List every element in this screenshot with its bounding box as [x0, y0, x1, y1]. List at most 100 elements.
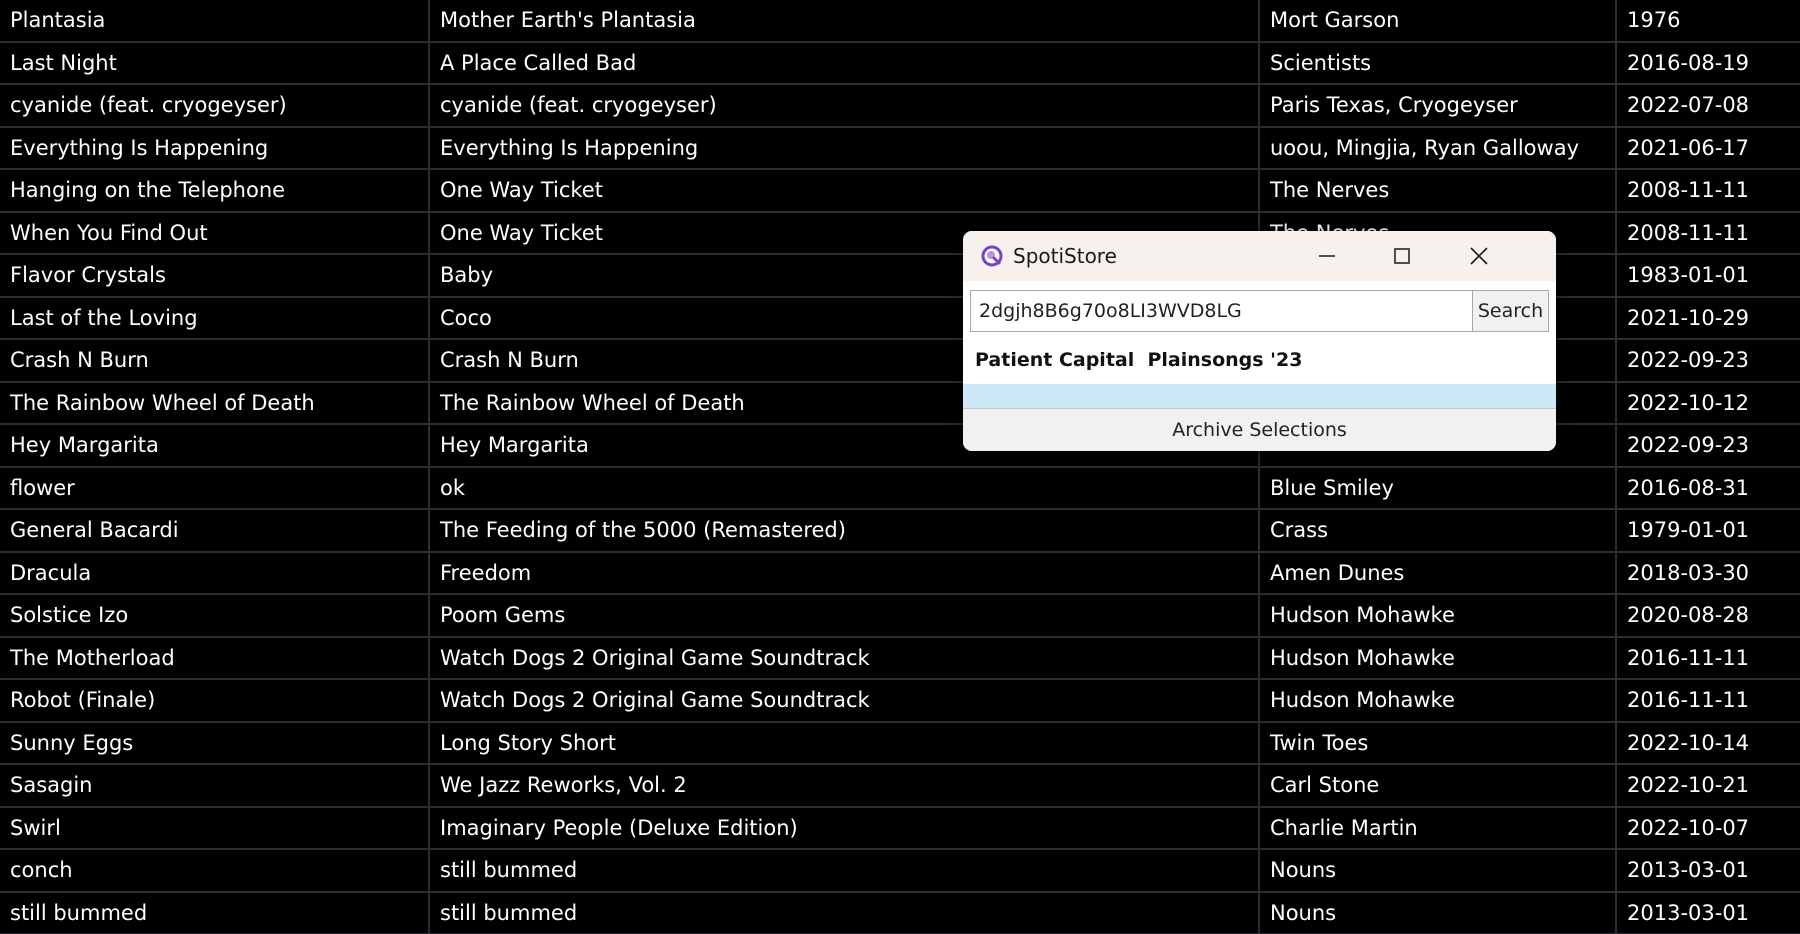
artist-cell[interactable]: Hudson Mohawke [1260, 637, 1617, 678]
title-cell[interactable]: flower [0, 467, 430, 508]
title-cell[interactable]: cyanide (feat. cryogeyser) [0, 85, 430, 126]
title-cell[interactable]: Robot (Finale) [0, 680, 430, 721]
album-cell[interactable]: Watch Dogs 2 Original Game Soundtrack [430, 680, 1260, 721]
date-cell[interactable]: 2008-11-11 [1617, 213, 1800, 254]
search-input[interactable] [970, 290, 1472, 332]
table-row[interactable]: Solstice Izo Poom Gems Hudson Mohawke 2020-… [0, 595, 1800, 638]
title-cell[interactable]: The Motherload [0, 637, 430, 678]
table-row[interactable]: Hanging on the Telephone One Way Ticket Th… [0, 170, 1800, 213]
title-cell[interactable]: Plantasia [0, 0, 430, 41]
table-row[interactable]: Robot (Finale) Watch Dogs 2 Original Game… [0, 680, 1800, 723]
title-cell[interactable]: still bummed [0, 892, 430, 933]
date-cell[interactable]: 2013-03-01 [1617, 850, 1800, 891]
table-row[interactable]: The Motherload Watch Dogs 2 Original Game… [0, 637, 1800, 680]
artist-cell[interactable]: The Nerves [1260, 170, 1617, 211]
date-cell[interactable]: 2021-06-17 [1617, 128, 1800, 169]
date-cell[interactable]: 2016-08-31 [1617, 468, 1800, 509]
title-cell[interactable]: Dracula [0, 552, 430, 593]
date-cell[interactable]: 2022-10-12 [1617, 383, 1800, 424]
title-cell[interactable]: The Rainbow Wheel of Death [0, 382, 430, 423]
album-cell[interactable]: ok [430, 467, 1260, 508]
album-cell[interactable]: The Feeding of the 5000 (Remastered) [430, 510, 1260, 551]
album-cell[interactable]: Imaginary People (Deluxe Edition) [430, 807, 1260, 848]
artist-cell[interactable]: Charlie Martin [1260, 807, 1617, 848]
title-cell[interactable]: General Bacardi [0, 510, 430, 551]
table-row[interactable]: flower ok Blue Smiley 2016-08-31 [0, 467, 1800, 510]
close-button[interactable] [1441, 231, 1517, 281]
album-cell[interactable]: A Place Called Bad [430, 42, 1260, 83]
search-button[interactable]: Search [1472, 290, 1549, 332]
date-cell[interactable]: 2022-10-07 [1617, 808, 1800, 849]
date-cell[interactable]: 1983-01-01 [1617, 255, 1800, 296]
artist-cell[interactable]: Crass [1260, 510, 1617, 551]
title-cell[interactable]: Last of the Loving [0, 297, 430, 338]
artist-cell[interactable]: Hudson Mohawke [1260, 680, 1617, 721]
date-cell[interactable]: 2022-10-21 [1617, 765, 1800, 806]
table-row[interactable]: Sasagin We Jazz Reworks, Vol. 2 Carl Stone… [0, 765, 1800, 808]
table-row[interactable]: Everything Is Happening Everything Is Hap… [0, 127, 1800, 170]
title-cell[interactable]: Everything Is Happening [0, 127, 430, 168]
date-cell[interactable]: 1976 [1617, 0, 1800, 41]
table-row[interactable]: still bummed still bummed Nouns 2013-03-01 [0, 892, 1800, 934]
archive-selections-button[interactable]: Archive Selections [963, 408, 1556, 451]
date-cell[interactable]: 2022-07-08 [1617, 85, 1800, 126]
title-bar[interactable]: SpotiStore [963, 231, 1556, 281]
album-cell[interactable]: We Jazz Reworks, Vol. 2 [430, 765, 1260, 806]
date-cell[interactable]: 2016-08-19 [1617, 43, 1800, 84]
title-cell[interactable]: When You Find Out [0, 212, 430, 253]
table-row[interactable]: cyanide (feat. cryogeyser) cyanide (feat.… [0, 85, 1800, 128]
date-cell[interactable]: 2022-09-23 [1617, 340, 1800, 381]
artist-cell[interactable]: Scientists [1260, 42, 1617, 83]
title-cell[interactable]: Sunny Eggs [0, 722, 430, 763]
table-row[interactable]: conch still bummed Nouns 2013-03-01 [0, 850, 1800, 893]
title-cell[interactable]: Crash N Burn [0, 340, 430, 381]
artist-cell[interactable]: Carl Stone [1260, 765, 1617, 806]
date-cell[interactable]: 2013-03-01 [1617, 893, 1800, 934]
artist-cell[interactable]: Mort Garson [1260, 0, 1617, 41]
table-row[interactable]: Last Night A Place Called Bad Scientists 20… [0, 42, 1800, 85]
title-cell[interactable]: Last Night [0, 42, 430, 83]
minimize-button[interactable] [1289, 231, 1365, 281]
artist-cell[interactable]: Twin Toes [1260, 722, 1617, 763]
album-cell[interactable]: Watch Dogs 2 Original Game Soundtrack [430, 637, 1260, 678]
date-cell[interactable]: 2020-08-28 [1617, 595, 1800, 636]
maximize-button[interactable] [1364, 231, 1440, 281]
artist-cell[interactable]: Nouns [1260, 892, 1617, 933]
table-row[interactable]: Plantasia Mother Earth's Plantasia Mort Ga… [0, 0, 1800, 43]
album-cell[interactable]: still bummed [430, 850, 1260, 891]
album-cell[interactable]: Poom Gems [430, 595, 1260, 636]
date-cell[interactable]: 2016-11-11 [1617, 680, 1800, 721]
album-cell[interactable]: Long Story Short [430, 722, 1260, 763]
album-cell[interactable]: One Way Ticket [430, 170, 1260, 211]
title-cell[interactable]: Sasagin [0, 765, 430, 806]
table-row[interactable]: General Bacardi The Feeding of the 5000 (… [0, 510, 1800, 553]
table-row[interactable]: Sunny Eggs Long Story Short Twin Toes 2022-… [0, 722, 1800, 765]
artist-cell[interactable]: Amen Dunes [1260, 552, 1617, 593]
date-cell[interactable]: 2022-09-23 [1617, 425, 1800, 466]
album-cell[interactable]: cyanide (feat. cryogeyser) [430, 85, 1260, 126]
title-cell[interactable]: Hanging on the Telephone [0, 170, 430, 211]
date-cell[interactable]: 1979-01-01 [1617, 510, 1800, 551]
artist-cell[interactable]: uoou, Mingjia, Ryan Galloway [1260, 127, 1617, 168]
album-cell[interactable]: still bummed [430, 892, 1260, 933]
date-cell[interactable]: 2018-03-30 [1617, 553, 1800, 594]
date-cell[interactable]: 2016-11-11 [1617, 638, 1800, 679]
artist-cell[interactable]: Hudson Mohawke [1260, 595, 1617, 636]
title-cell[interactable]: Hey Margarita [0, 425, 430, 466]
artist-cell[interactable]: Paris Texas, Cryogeyser [1260, 85, 1617, 126]
artist-cell[interactable]: Blue Smiley [1260, 467, 1617, 508]
title-cell[interactable]: Solstice Izo [0, 595, 430, 636]
table-row[interactable]: Dracula Freedom Amen Dunes 2018-03-30 [0, 552, 1800, 595]
title-cell[interactable]: Flavor Crystals [0, 255, 430, 296]
selected-list-item[interactable] [963, 384, 1556, 408]
album-cell[interactable]: Freedom [430, 552, 1260, 593]
date-cell[interactable]: 2021-10-29 [1617, 298, 1800, 339]
date-cell[interactable]: 2008-11-11 [1617, 170, 1800, 211]
artist-cell[interactable]: Nouns [1260, 850, 1617, 891]
date-cell[interactable]: 2022-10-14 [1617, 723, 1800, 764]
title-cell[interactable]: conch [0, 850, 430, 891]
album-cell[interactable]: Everything Is Happening [430, 127, 1260, 168]
title-cell[interactable]: Swirl [0, 807, 430, 848]
album-cell[interactable]: Mother Earth's Plantasia [430, 0, 1260, 41]
table-row[interactable]: Swirl Imaginary People (Deluxe Edition) Ch… [0, 807, 1800, 850]
